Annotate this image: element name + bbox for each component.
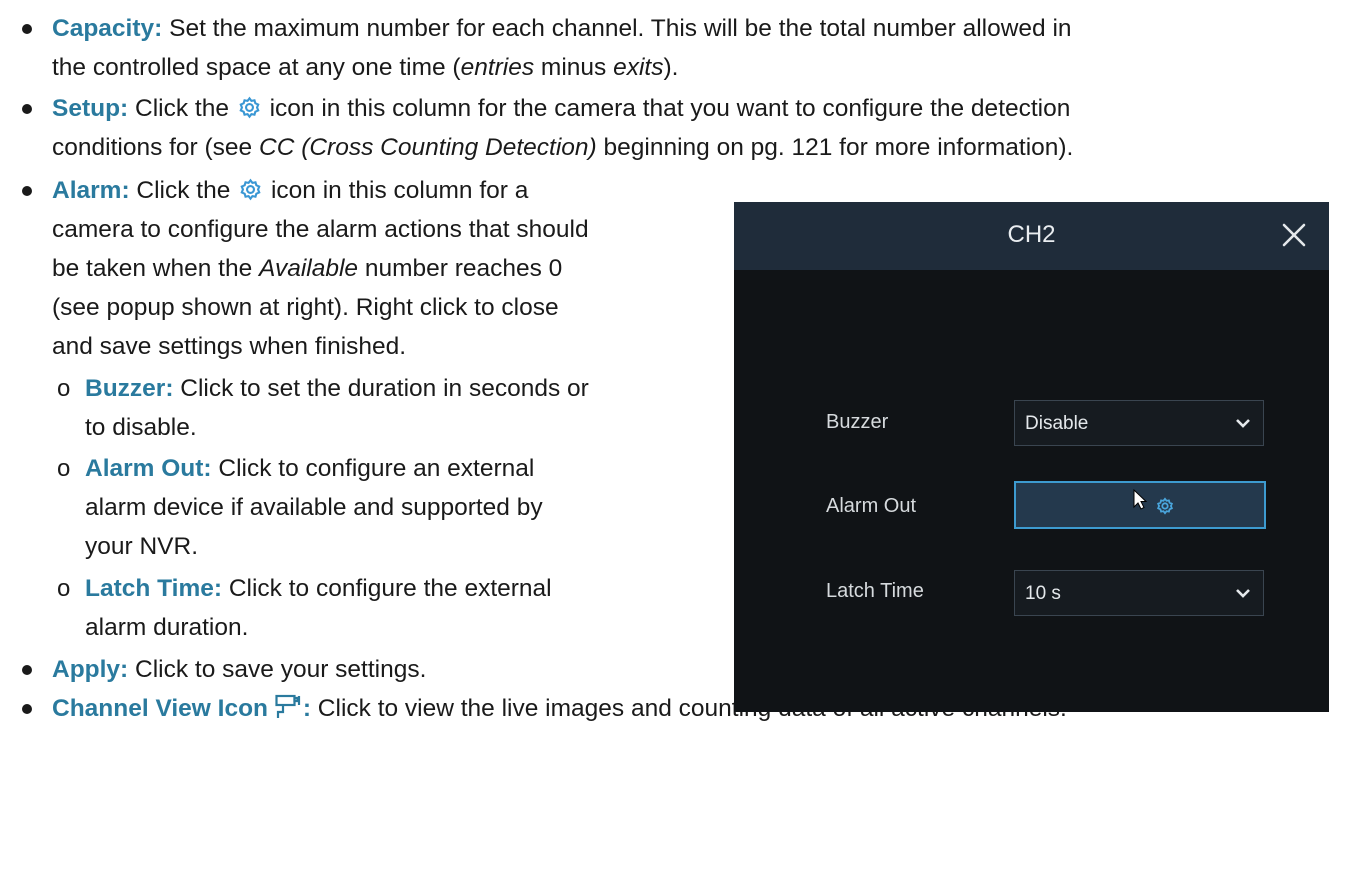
- buzzer-text: Click to set the duration in seconds or: [173, 375, 589, 402]
- alarm-text: Click the: [129, 177, 238, 204]
- bullet: [22, 24, 32, 34]
- sub-bullet: o: [57, 575, 71, 602]
- sub-bullet: o: [57, 375, 71, 402]
- channel-view-icon: [275, 694, 300, 718]
- latch-time-text: Click to configure the external: [222, 575, 552, 602]
- alarm-item: Alarm: Click the icon in this column for…: [52, 174, 528, 208]
- sub-item-latch-time-line2: alarm duration.: [85, 611, 248, 645]
- alarm-text: and save settings when finished.: [52, 333, 407, 360]
- alarm-text: icon in this column for a: [264, 177, 529, 204]
- apply-term: Apply:: [52, 656, 129, 683]
- latch-time-label: Latch Time: [826, 580, 924, 602]
- apply-text: Click to save your settings.: [128, 656, 427, 683]
- setup-italic: CC (Cross Counting Detection): [259, 134, 597, 161]
- sub-item-buzzer-line2: to disable.: [85, 411, 197, 445]
- ch2-alarm-dialog: CH2 Buzzer Disable Alarm Out Latch Time …: [734, 202, 1329, 712]
- alarm-out-term: Alarm Out:: [85, 455, 212, 482]
- buzzer-text: to disable.: [85, 414, 197, 441]
- alarm-out-text: alarm device if available and supported …: [85, 494, 543, 521]
- gear-icon: [1157, 497, 1173, 515]
- buzzer-select[interactable]: Disable: [1014, 400, 1264, 446]
- alarm-text: camera to configure the alarm actions th…: [52, 216, 589, 243]
- capacity-text: the controlled space at any one time (: [52, 54, 461, 81]
- capacity-term: Capacity:: [52, 15, 163, 42]
- setup-term: Setup:: [52, 95, 129, 122]
- alarm-term: Alarm:: [52, 177, 130, 204]
- bullet: [22, 665, 32, 675]
- latch-time-select-value: 10 s: [1025, 583, 1061, 604]
- latch-time-text: alarm duration.: [85, 614, 249, 641]
- buzzer-select-value: Disable: [1025, 413, 1089, 434]
- bullet: [22, 704, 32, 714]
- sub-bullet: o: [57, 455, 71, 482]
- setup-text: icon in this column for the camera that …: [262, 95, 1071, 122]
- dialog-title: CH2: [1007, 221, 1056, 248]
- channel-view-colon: :: [302, 695, 311, 722]
- buzzer-term: Buzzer:: [85, 375, 174, 402]
- gear-icon: [240, 178, 261, 201]
- latch-time-term: Latch Time:: [85, 575, 223, 602]
- close-icon[interactable]: [1279, 220, 1309, 250]
- apply-item: Apply: Click to save your settings.: [52, 653, 426, 687]
- setup-text: beginning on pg. 121 for more informatio…: [596, 134, 1074, 161]
- alarm-line: (see popup shown at right). Right click …: [52, 291, 559, 325]
- chevron-down-icon: [1236, 589, 1250, 598]
- bullet: [22, 186, 32, 196]
- setup-item: Setup: Click the icon in this column for…: [52, 92, 1070, 126]
- bullet: [22, 104, 32, 114]
- sub-item-latch-time: Latch Time: Click to configure the exter…: [85, 572, 552, 606]
- alarm-out-settings-button[interactable]: [1014, 481, 1266, 529]
- alarm-italic: Available: [259, 255, 359, 282]
- capacity-text: ).: [663, 54, 679, 81]
- alarm-line: be taken when the Available number reach…: [52, 252, 562, 286]
- capacity-item-line2: the controlled space at any one time (en…: [52, 51, 678, 85]
- capacity-text: minus: [534, 54, 614, 81]
- capacity-text: Set the maximum number for each channel.…: [162, 15, 1072, 42]
- capacity-item: Capacity: Set the maximum number for eac…: [52, 12, 1072, 46]
- alarm-out-text: your NVR.: [85, 533, 199, 560]
- alarm-text: (see popup shown at right). Right click …: [52, 294, 559, 321]
- sub-item-alarm-out-line2: alarm device if available and supported …: [85, 491, 543, 525]
- alarm-out-text: Click to configure an external: [211, 455, 535, 482]
- setup-text: Click the: [128, 95, 236, 122]
- latch-time-select[interactable]: 10 s: [1014, 570, 1264, 616]
- gear-icon: [239, 96, 260, 119]
- sub-item-alarm-out-line3: your NVR.: [85, 530, 198, 564]
- alarm-text: number reaches 0: [358, 255, 563, 282]
- setup-text: conditions for (see: [52, 134, 259, 161]
- alarm-line: camera to configure the alarm actions th…: [52, 213, 589, 247]
- alarm-out-label: Alarm Out: [826, 495, 917, 517]
- setup-item-line2: conditions for (see CC (Cross Counting D…: [52, 131, 1073, 165]
- dialog-header: CH2: [734, 202, 1329, 270]
- channel-view-term: Channel View Icon: [52, 695, 275, 722]
- cursor-icon: [1133, 489, 1148, 510]
- sub-item-buzzer: Buzzer: Click to set the duration in sec…: [85, 372, 589, 406]
- alarm-line: and save settings when finished.: [52, 330, 406, 364]
- alarm-text: be taken when the: [52, 255, 260, 282]
- chevron-down-icon: [1236, 419, 1250, 428]
- sub-item-alarm-out: Alarm Out: Click to configure an externa…: [85, 452, 534, 486]
- capacity-italic-entries: entries: [460, 54, 535, 81]
- capacity-italic-exits: exits: [613, 54, 664, 81]
- buzzer-label: Buzzer: [826, 411, 889, 433]
